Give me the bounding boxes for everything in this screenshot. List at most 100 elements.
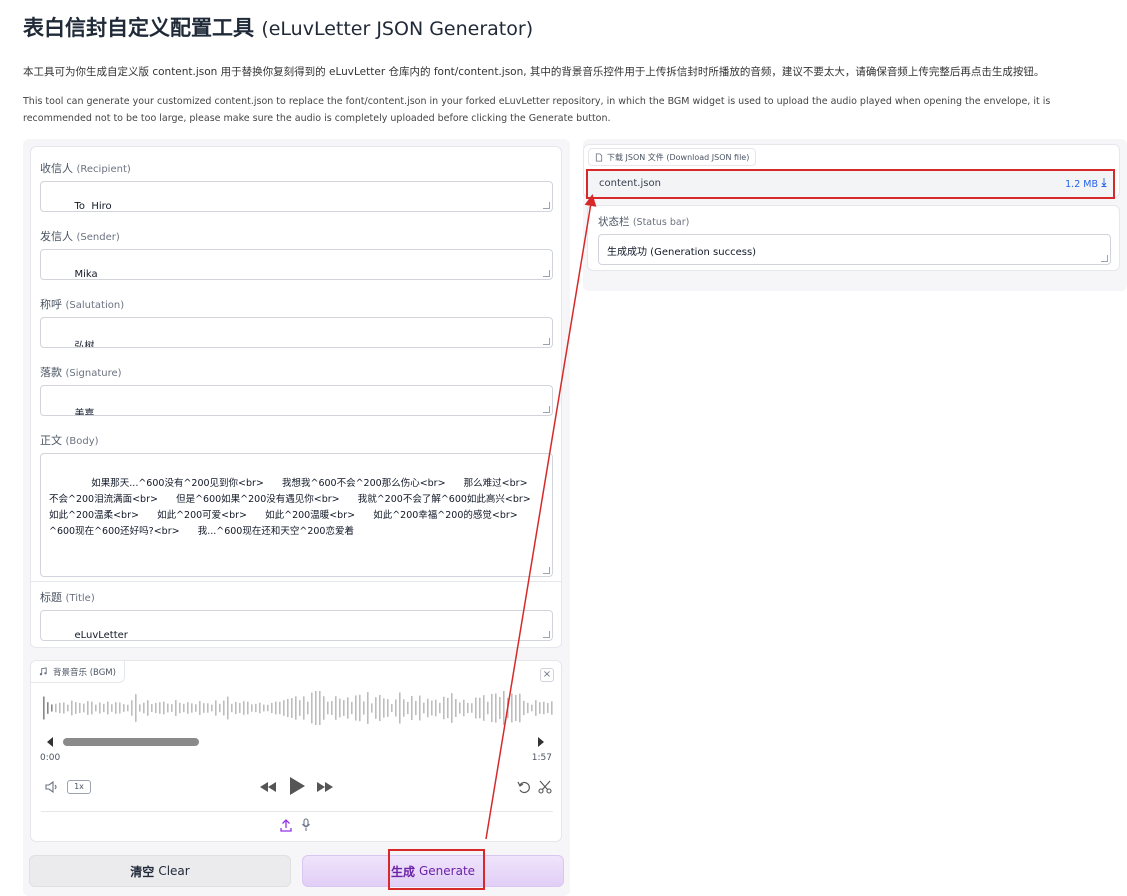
status-textbox[interactable]: 生成成功 (Generation success)	[598, 234, 1111, 265]
scissors-icon[interactable]	[538, 780, 552, 794]
waveform[interactable]	[41, 689, 553, 727]
resize-handle[interactable]	[543, 567, 550, 574]
sender-input[interactable]: Mika	[40, 249, 553, 280]
waveform-bar	[111, 704, 113, 712]
waveform-bar	[71, 700, 73, 716]
waveform-bar	[223, 700, 225, 716]
scroll-right-icon[interactable]	[538, 737, 544, 747]
waveform-bar	[511, 693, 513, 723]
waveform-bar	[535, 700, 537, 716]
waveform-bar	[67, 704, 69, 712]
waveform-bar	[439, 702, 441, 714]
waveform-bar	[131, 700, 133, 716]
signature-input[interactable]: 美嘉	[40, 385, 553, 416]
waveform-bar	[391, 703, 393, 713]
body-textarea[interactable]: 如果那天...^600没有^200见到你<br> 我想我^600不会^200那么…	[40, 453, 553, 577]
waveform-bar	[195, 704, 197, 712]
microphone-icon[interactable]	[301, 818, 311, 832]
waveform-bar	[143, 702, 145, 714]
waveform-bar	[207, 703, 209, 713]
upload-icon[interactable]	[280, 819, 292, 832]
close-icon[interactable]: ×	[540, 668, 554, 682]
waveform-bar	[279, 701, 281, 715]
waveform-bar	[507, 697, 509, 719]
waveform-bar	[199, 701, 201, 715]
waveform-bar	[139, 704, 141, 712]
description-cn: 本工具可为你生成自定义版 content.json 用于替换你复刻得到的 eLu…	[23, 66, 1045, 78]
waveform-bar	[371, 703, 373, 713]
waveform-bar	[179, 702, 181, 714]
scrollbar-thumb[interactable]	[63, 738, 199, 746]
resize-handle[interactable]	[543, 202, 550, 209]
waveform-bar	[107, 701, 109, 715]
rewind-icon[interactable]	[259, 781, 277, 793]
waveform-bar	[471, 703, 473, 713]
title-input[interactable]: eLuvLetter	[40, 610, 553, 641]
forward-icon[interactable]	[316, 781, 334, 793]
waveform-bar	[59, 702, 61, 714]
recipient-input[interactable]: To Hiro	[40, 181, 553, 212]
waveform-bar	[87, 701, 89, 715]
clear-button[interactable]: 清空 Clear	[29, 855, 291, 887]
waveform-bar	[427, 698, 429, 718]
bgm-label: 背景音乐 (BGM)	[31, 661, 125, 683]
salutation-input[interactable]: 弘树	[40, 317, 553, 348]
waveform-bar	[323, 696, 325, 720]
resize-handle[interactable]	[543, 270, 550, 277]
waveform-bar	[239, 702, 241, 714]
title-field: 标题 (Title) eLuvLetter	[31, 581, 561, 641]
right-panel: 下载 JSON 文件 (Download JSON file) content.…	[583, 139, 1127, 291]
waveform-bar	[403, 699, 405, 717]
waveform-bar	[343, 700, 345, 716]
waveform-bar	[531, 704, 533, 712]
player-controls: 1x	[31, 773, 561, 803]
waveform-bar	[75, 702, 77, 714]
waveform-bar	[487, 701, 489, 715]
left-panel: 收信人 (Recipient) To Hiro 发信人 (Sender) Mik…	[23, 139, 570, 896]
waveform-bar	[503, 691, 505, 725]
waveform-bar	[415, 700, 417, 716]
waveform-bar	[283, 700, 285, 716]
download-filename[interactable]: content.json	[599, 178, 661, 189]
volume-icon[interactable]	[44, 780, 60, 794]
sender-label: 发信人 (Sender)	[40, 230, 120, 243]
waveform-bar	[491, 693, 493, 723]
waveform-scrollbar[interactable]	[53, 738, 543, 746]
salutation-label: 称呼 (Salutation)	[40, 298, 125, 311]
download-icon[interactable]	[1101, 178, 1107, 187]
resize-handle[interactable]	[543, 631, 550, 638]
bgm-audio-widget: 背景音乐 (BGM) × 0:00 1:57 1x	[30, 660, 562, 842]
download-filesize[interactable]: 1.2 MB	[1065, 178, 1107, 190]
waveform-bar	[271, 702, 273, 714]
waveform-bar	[495, 693, 497, 723]
waveform-bar	[183, 703, 185, 713]
waveform-bar	[459, 702, 461, 714]
waveform-bar	[135, 694, 137, 722]
waveform-bar	[475, 697, 477, 719]
waveform-bar	[191, 703, 193, 713]
generate-highlight-box	[388, 849, 485, 890]
resize-handle[interactable]	[543, 406, 550, 413]
resize-handle[interactable]	[543, 338, 550, 345]
waveform-bar	[115, 702, 117, 714]
undo-icon[interactable]	[517, 780, 531, 794]
waveform-bar	[383, 698, 385, 718]
waveform-bar	[83, 703, 85, 713]
waveform-bar	[43, 696, 45, 720]
music-icon	[39, 667, 47, 676]
waveform-bar	[303, 696, 305, 720]
waveform-bar	[263, 704, 265, 712]
waveform-bar	[395, 699, 397, 717]
waveform-bar	[255, 703, 257, 713]
time-start: 0:00	[40, 753, 61, 763]
waveform-bar	[103, 703, 105, 713]
waveform-bar	[235, 701, 237, 715]
waveform-bar	[519, 693, 521, 723]
signature-label: 落款 (Signature)	[40, 366, 122, 379]
resize-handle[interactable]	[1101, 255, 1108, 262]
waveform-bar	[291, 698, 293, 718]
download-file-row[interactable]: content.json 1.2 MB	[586, 169, 1115, 199]
play-icon[interactable]	[288, 776, 306, 796]
waveform-bar	[339, 698, 341, 718]
playback-speed-button[interactable]: 1x	[67, 780, 91, 794]
